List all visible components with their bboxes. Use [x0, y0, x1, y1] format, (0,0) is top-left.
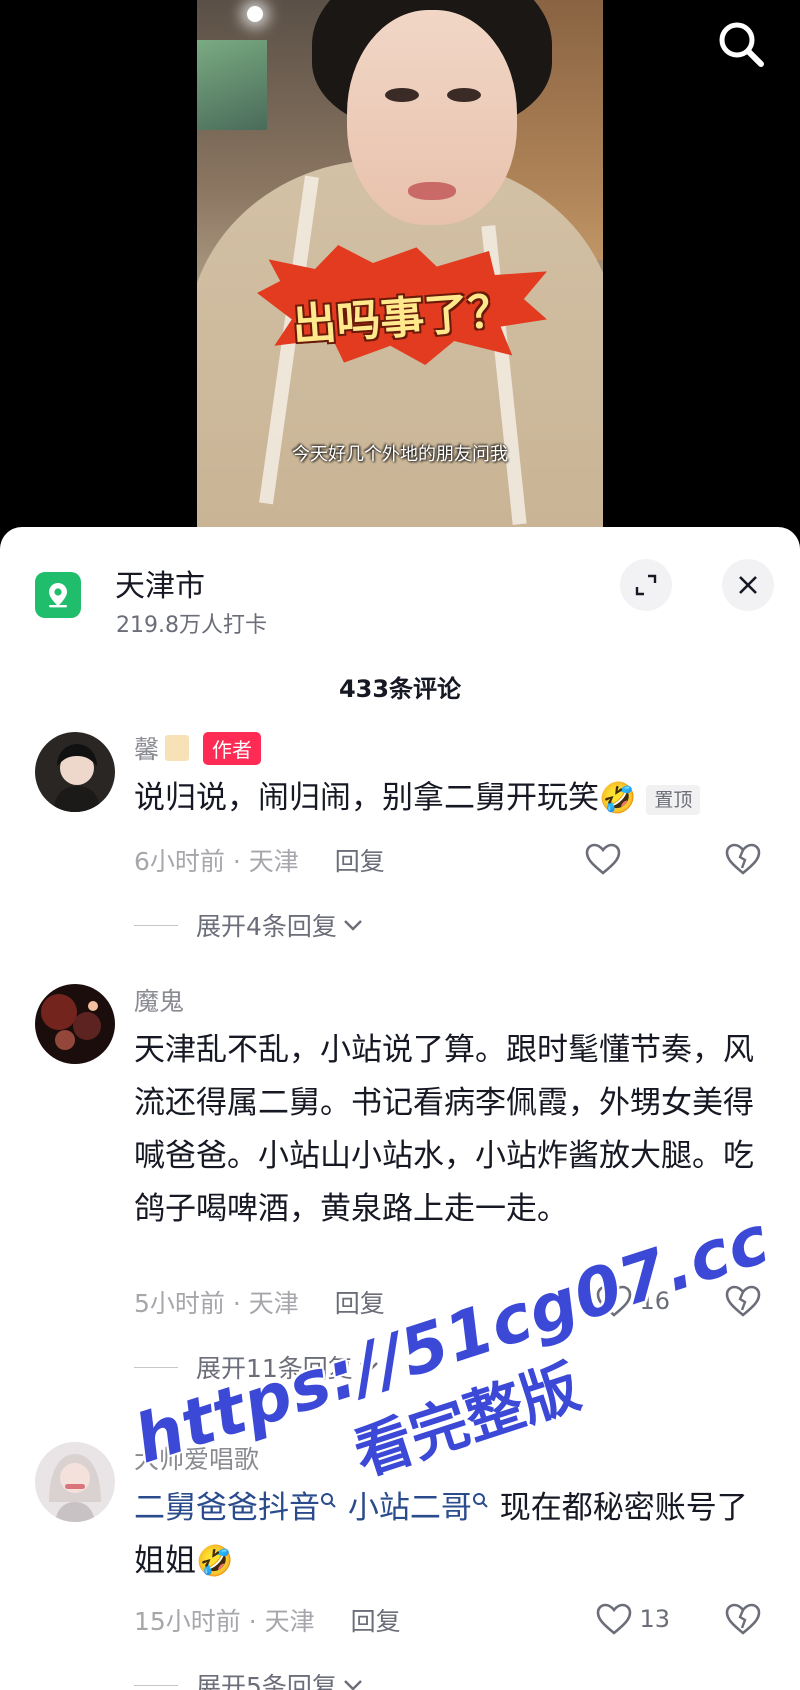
- search-icon: [321, 1493, 336, 1508]
- laughing-emoji: 🤣: [599, 781, 637, 816]
- comment-item: 魔鬼 天津乱不乱，小站说了算。跟时髦懂节奏，风流还得属二舅。书记看病李佩霞，外甥…: [0, 984, 800, 1404]
- broken-heart-icon: [725, 843, 761, 875]
- comment-item: 大帅爱唱歌 二舅爸爸抖音 小站二哥 现在都秘密账号了姐姐🤣 15小时前 · 天津…: [0, 1442, 800, 1690]
- divider: [134, 1366, 178, 1368]
- expand-replies[interactable]: 展开4条回复: [134, 907, 365, 943]
- mention-link[interactable]: 二舅爸爸抖音: [134, 1490, 320, 1526]
- like-count: 16: [639, 1287, 670, 1315]
- comment-text: 二舅爸爸抖音 小站二哥 现在都秘密账号了姐姐🤣: [134, 1482, 754, 1588]
- like-count: 13: [639, 1605, 670, 1633]
- divider: [134, 924, 178, 926]
- close-icon: [739, 576, 757, 594]
- close-button[interactable]: [722, 559, 774, 611]
- video-subtitle: 今天好几个外地的朋友问我: [292, 444, 508, 465]
- person-eye: [385, 88, 419, 102]
- reply-button[interactable]: 回复: [335, 1289, 385, 1318]
- expand-replies-label: 展开11条回复: [196, 1354, 353, 1383]
- location-title[interactable]: 天津市: [115, 561, 205, 605]
- expand-replies[interactable]: 展开11条回复: [134, 1349, 381, 1385]
- dislike-button[interactable]: [724, 842, 762, 880]
- person-lips: [408, 182, 456, 200]
- comment-meta: 6小时前 · 天津 回复: [134, 842, 385, 878]
- avatar[interactable]: [35, 1442, 115, 1522]
- expand-button[interactable]: [620, 559, 672, 611]
- comment-time-location: 5小时前 · 天津: [134, 1289, 299, 1318]
- avatar-image: [35, 984, 115, 1064]
- comment-username[interactable]: 馨 作者: [134, 730, 262, 766]
- person-face: [347, 10, 517, 225]
- video-frame: 出吗事了？ 今天好几个外地的朋友问我: [197, 0, 603, 530]
- comment-text-content: 说归说，闹归闹，别拿二舅开玩笑: [134, 780, 599, 816]
- comment-meta: 5小时前 · 天津 回复: [134, 1284, 385, 1320]
- comment-sheet: 天津市 219.8万人打卡 433条评论 馨 作者 说归说，闹归闹，别拿二舅开玩…: [0, 527, 800, 1690]
- avatar[interactable]: [35, 984, 115, 1064]
- video-player[interactable]: 出吗事了？ 今天好几个外地的朋友问我: [0, 0, 800, 540]
- person-eye: [447, 88, 481, 102]
- chevron-down-icon: [359, 1362, 378, 1373]
- broken-heart-icon: [725, 1603, 761, 1635]
- reply-button[interactable]: 回复: [351, 1607, 401, 1636]
- ceiling-light: [247, 6, 263, 22]
- comment-time-location: 15小时前 · 天津: [134, 1607, 315, 1636]
- pinned-badge: 置顶: [646, 784, 701, 815]
- laughing-emoji: 🤣: [196, 1544, 234, 1579]
- comments-count: 433条评论: [338, 675, 462, 703]
- username-text: 魔鬼: [134, 987, 185, 1016]
- comment-time-location: 6小时前 · 天津: [134, 847, 299, 876]
- dislike-button[interactable]: [724, 1284, 762, 1322]
- heart-icon: [585, 843, 621, 875]
- like-button[interactable]: 16: [595, 1284, 670, 1318]
- username-text: 馨: [134, 735, 160, 764]
- location-pin-glyph: [49, 583, 67, 608]
- username-text: 大帅爱唱歌: [134, 1445, 260, 1474]
- chevron-down-icon: [344, 1680, 362, 1690]
- dislike-button[interactable]: [724, 1602, 762, 1640]
- author-badge: 作者: [203, 731, 262, 765]
- location-pin-icon[interactable]: [35, 572, 81, 618]
- like-button[interactable]: 13: [595, 1602, 670, 1636]
- comment-username[interactable]: 魔鬼: [134, 982, 184, 1018]
- comment-item: 馨 作者 说归说，闹归闹，别拿二舅开玩笑🤣 置顶 6小时前 · 天津 回复 展开4条…: [0, 730, 800, 962]
- background-window: [197, 40, 267, 130]
- chevron-down-icon: [344, 920, 362, 931]
- comment-meta: 15小时前 · 天津 回复: [134, 1602, 401, 1638]
- expand-replies[interactable]: 展开5条回复: [134, 1667, 365, 1690]
- like-button[interactable]: [584, 842, 622, 876]
- comment-username[interactable]: 大帅爱唱歌: [134, 1440, 259, 1476]
- search-button[interactable]: [714, 18, 768, 72]
- search-icon: [719, 22, 764, 67]
- heart-icon: [597, 1285, 632, 1317]
- reply-button[interactable]: 回复: [335, 847, 385, 876]
- heart-icon: [597, 1603, 632, 1635]
- search-icon: [472, 1493, 488, 1508]
- comment-text: 天津乱不乱，小站说了算。跟时髦懂节奏，风流还得属二舅。书记看病李佩霞，外甥女美得…: [134, 1032, 754, 1227]
- location-checkins: 219.8万人打卡: [116, 613, 267, 638]
- broken-heart-icon: [725, 1285, 761, 1317]
- comment-text: 说归说，闹归闹，别拿二舅开玩笑🤣 置顶: [134, 772, 754, 825]
- username-emoji: [165, 735, 190, 761]
- avatar-image: [35, 732, 115, 812]
- avatar-image: [35, 1442, 115, 1522]
- expand-replies-label: 展开4条回复: [196, 912, 337, 941]
- mention-link[interactable]: 小站二哥: [348, 1490, 472, 1526]
- expand-replies-label: 展开5条回复: [196, 1672, 337, 1690]
- divider: [134, 1684, 178, 1686]
- expand-icon: [635, 574, 657, 596]
- avatar[interactable]: [35, 732, 115, 812]
